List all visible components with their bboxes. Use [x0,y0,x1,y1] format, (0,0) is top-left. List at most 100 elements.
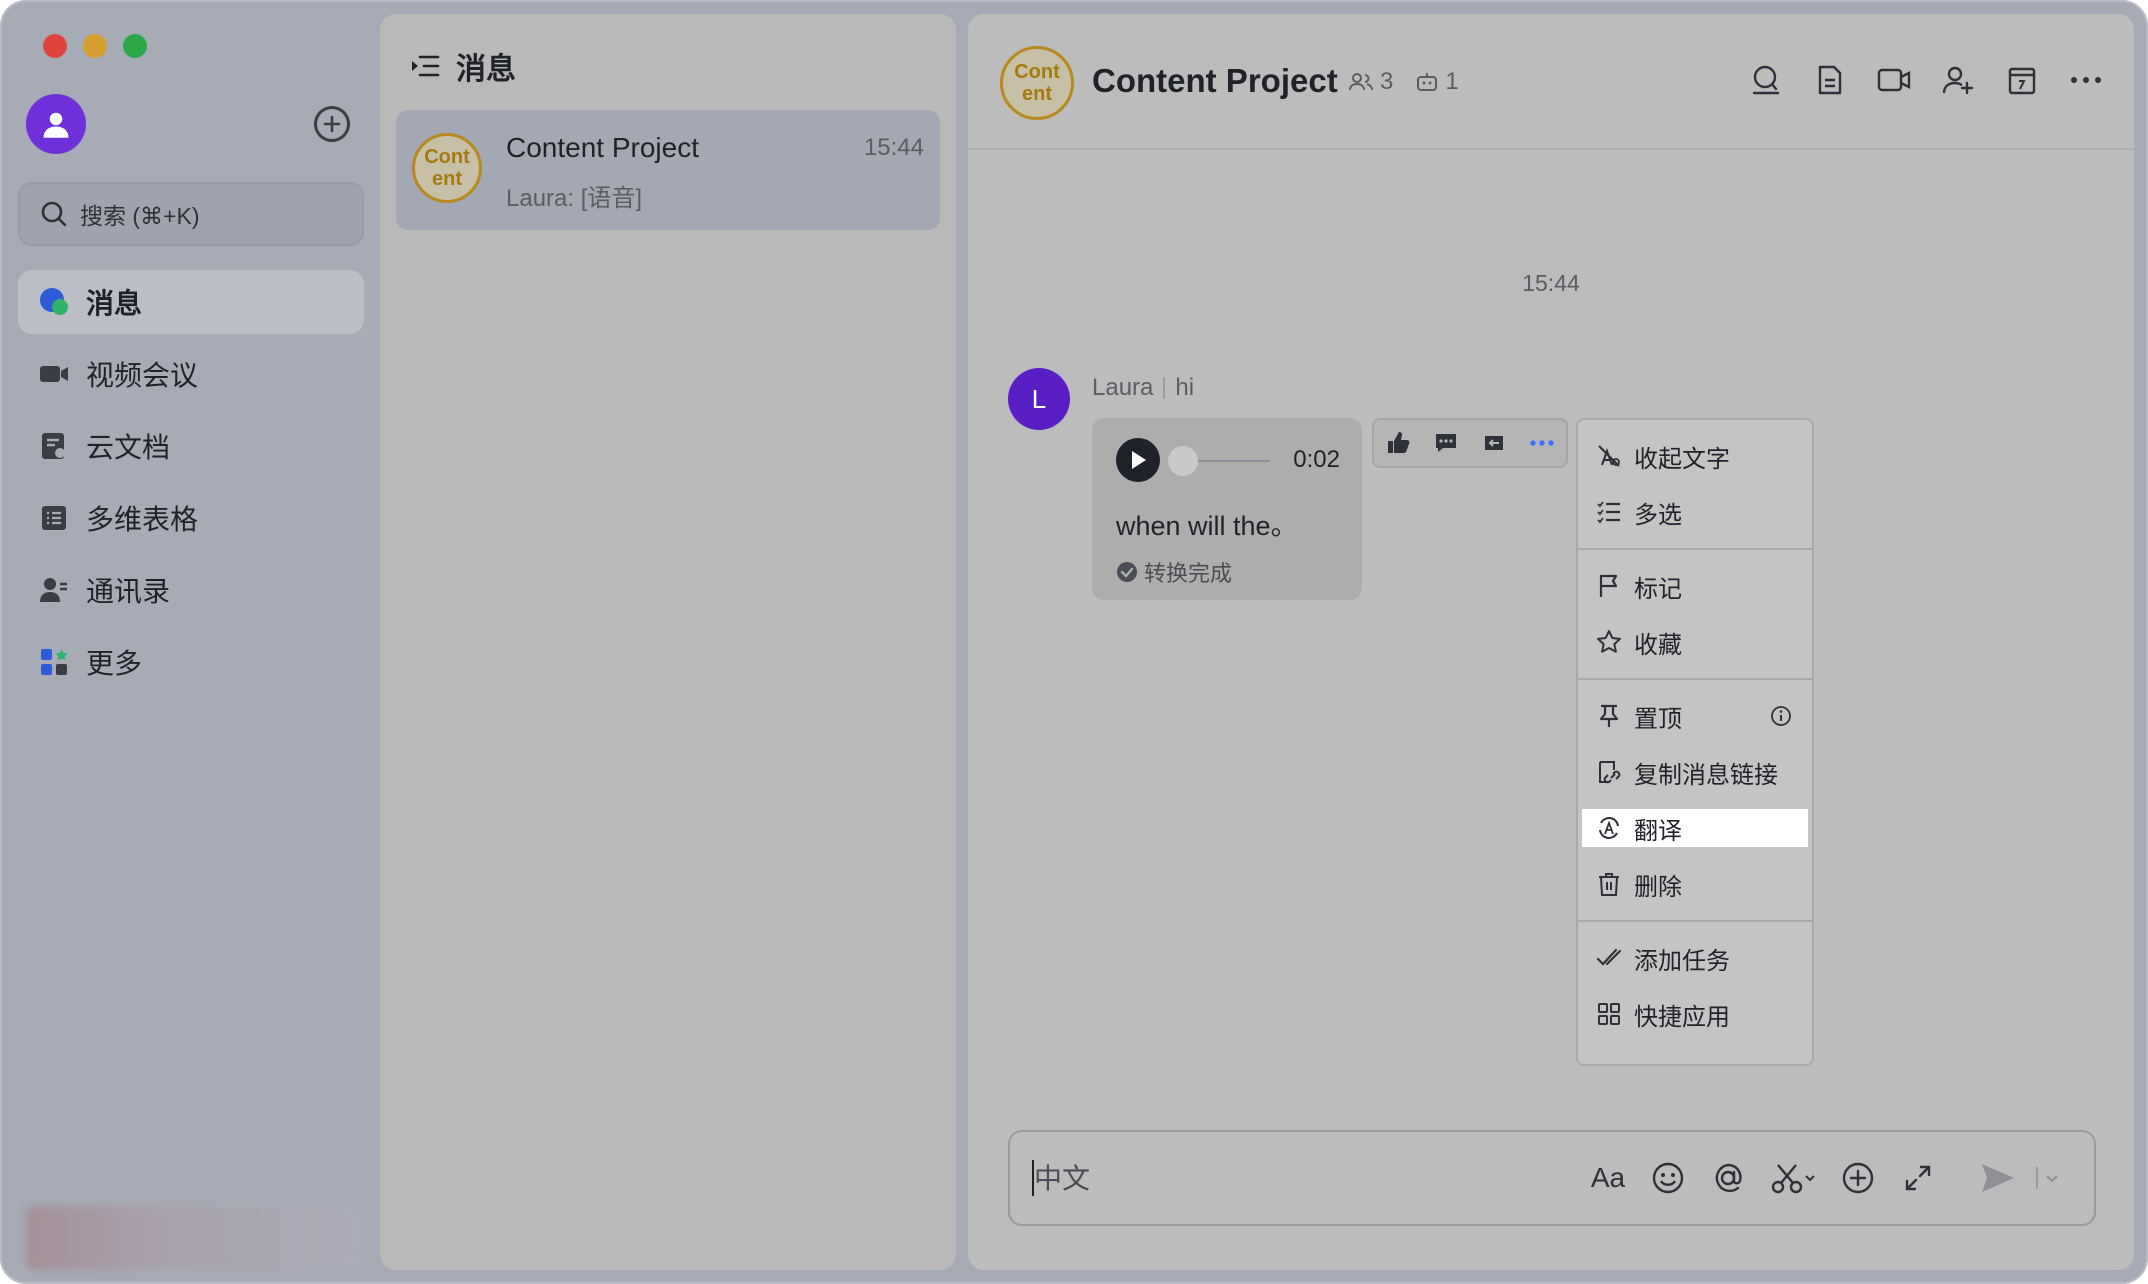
bot-count-value: 1 [1445,68,1459,95]
nav-item-base-table[interactable]: 多维表格 [18,486,364,550]
calendar-icon [2008,67,2036,95]
expand-composer-button[interactable] [1900,1158,1936,1198]
video-call-icon [1877,68,1911,92]
chevron-down-icon [2036,1167,2058,1189]
menu-item-flag[interactable]: 标记 [1582,558,1808,614]
menu-item-add-task[interactable]: 添加任务 [1582,930,1808,986]
video-call-button[interactable] [1876,62,1912,98]
voice-transcript: when will the。 [1116,511,1298,541]
member-count-value: 3 [1380,68,1394,95]
menu-item-label: 快捷应用 [1634,1003,1730,1031]
search-input[interactable]: 搜索 (⌘+K) [18,182,364,246]
message-action-bar [1372,418,1568,468]
play-button[interactable] [1116,438,1160,482]
voice-duration: 0:02 [1293,446,1340,473]
sidebar: 搜索 (⌘+K) 消息 视频会议 云文档 多维表格 通讯录 更多 [0,0,378,1284]
logo-text-line: Cont [424,146,470,168]
expand-icon [1905,1165,1931,1191]
conversion-status: 转换完成 [1116,556,1232,588]
menu-item-label: 收起文字 [1634,445,1730,473]
nav-item-contacts[interactable]: 通讯录 [18,558,364,622]
sender-avatar[interactable]: L [1008,368,1070,430]
add-member-button[interactable] [1940,62,1976,98]
menu-item-label: 添加任务 [1634,947,1730,975]
menu-item-hide-text[interactable]: 收起文字 [1582,428,1808,484]
window-minimize-button[interactable] [83,34,107,58]
screenshot-button[interactable] [1770,1158,1816,1198]
calendar-button[interactable] [2004,62,2040,98]
add-task-icon [1596,948,1622,966]
conversion-status-text: 转换完成 [1144,561,1233,586]
bot-count[interactable]: 1 [1415,68,1459,96]
composer-toolbar: Aa [1590,1158,2068,1198]
hide-text-icon [1598,445,1620,467]
format-text-icon: Aa [1590,1162,1626,1193]
main-nav: 消息 视频会议 云文档 多维表格 通讯录 更多 [18,270,364,702]
window-close-button[interactable] [43,34,67,58]
send-options-button[interactable] [2032,1158,2068,1198]
my-avatar[interactable] [26,94,86,154]
nav-item-more[interactable]: 更多 [18,630,364,694]
like-button[interactable] [1378,423,1418,463]
info-icon[interactable] [1770,705,1792,727]
window-maximize-button[interactable] [123,34,147,58]
nav-label: 云文档 [86,432,171,463]
nav-item-video-meetings[interactable]: 视频会议 [18,342,364,406]
mention-button[interactable] [1710,1158,1746,1198]
reply-reference[interactable]: hi [1175,374,1194,402]
menu-item-multi-select[interactable]: 多选 [1582,484,1808,540]
message-input[interactable] [1032,1156,1536,1202]
comment-icon [1436,434,1456,452]
trash-icon [1599,873,1619,896]
chat-list-panel: 消息 Cont ent Content Project 15:44 Laura: … [380,14,956,1270]
nav-label: 消息 [86,288,143,319]
logo-text-line: ent [1021,83,1052,105]
playback-track[interactable] [1198,460,1270,462]
message-meta: Laura hi [1092,374,1194,402]
collapse-list-icon[interactable] [410,51,440,81]
playback-scrubber[interactable] [1168,446,1198,476]
send-button[interactable] [1980,1158,2016,1198]
members-icon [1349,73,1373,91]
blurred-profile-area [26,1206,360,1270]
conversation-title[interactable]: Content Project [1092,62,1338,100]
format-text-button[interactable]: Aa [1590,1158,1626,1198]
logo-text-line: Cont [1014,61,1060,83]
emoji-button[interactable] [1650,1158,1686,1198]
nav-item-messages[interactable]: 消息 [18,270,364,334]
menu-item-label: 删除 [1634,873,1682,901]
more-horizontal-icon [1530,440,1554,446]
menu-item-favorite[interactable]: 收藏 [1582,614,1808,670]
attach-button[interactable] [1840,1158,1876,1198]
menu-item-delete[interactable]: 删除 [1582,856,1808,912]
menu-item-pin[interactable]: 置顶 [1582,688,1808,744]
menu-separator [1578,678,1812,680]
menu-item-quick-apps[interactable]: 快捷应用 [1582,986,1808,1042]
more-apps-icon [38,646,70,678]
member-count[interactable]: 3 [1348,68,1393,96]
menu-item-label: 翻译 [1634,817,1682,845]
create-button[interactable] [314,106,350,142]
menu-item-copy-link[interactable]: 复制消息链接 [1582,744,1808,800]
sender-name[interactable]: Laura [1092,374,1153,402]
search-chat-button[interactable] [1748,62,1784,98]
copy-link-icon [1599,761,1621,784]
quote-reply-button[interactable] [1474,423,1514,463]
group-logo[interactable]: Cont ent [1000,46,1074,120]
menu-item-translate[interactable]: 翻译 [1582,809,1808,847]
bot-icon [1417,73,1438,91]
message-composer: Aa [1008,1130,2096,1226]
nav-item-cloud-docs[interactable]: 云文档 [18,414,364,478]
document-icon [1818,65,1842,95]
scissors-icon [1771,1164,1815,1194]
reply-thread-button[interactable] [1426,423,1466,463]
more-actions-button[interactable] [1522,423,1562,463]
play-icon [1132,451,1146,469]
cloud-doc-icon [38,430,70,462]
docs-button[interactable] [1812,62,1848,98]
add-member-icon [1942,66,1974,95]
menu-separator [1578,920,1812,922]
chat-list-item[interactable]: Cont ent Content Project 15:44 Laura: [语音… [396,110,940,230]
more-options-button[interactable] [2068,62,2104,98]
voice-message-bubble[interactable]: 0:02 when will the。 转换完成 [1092,418,1362,600]
